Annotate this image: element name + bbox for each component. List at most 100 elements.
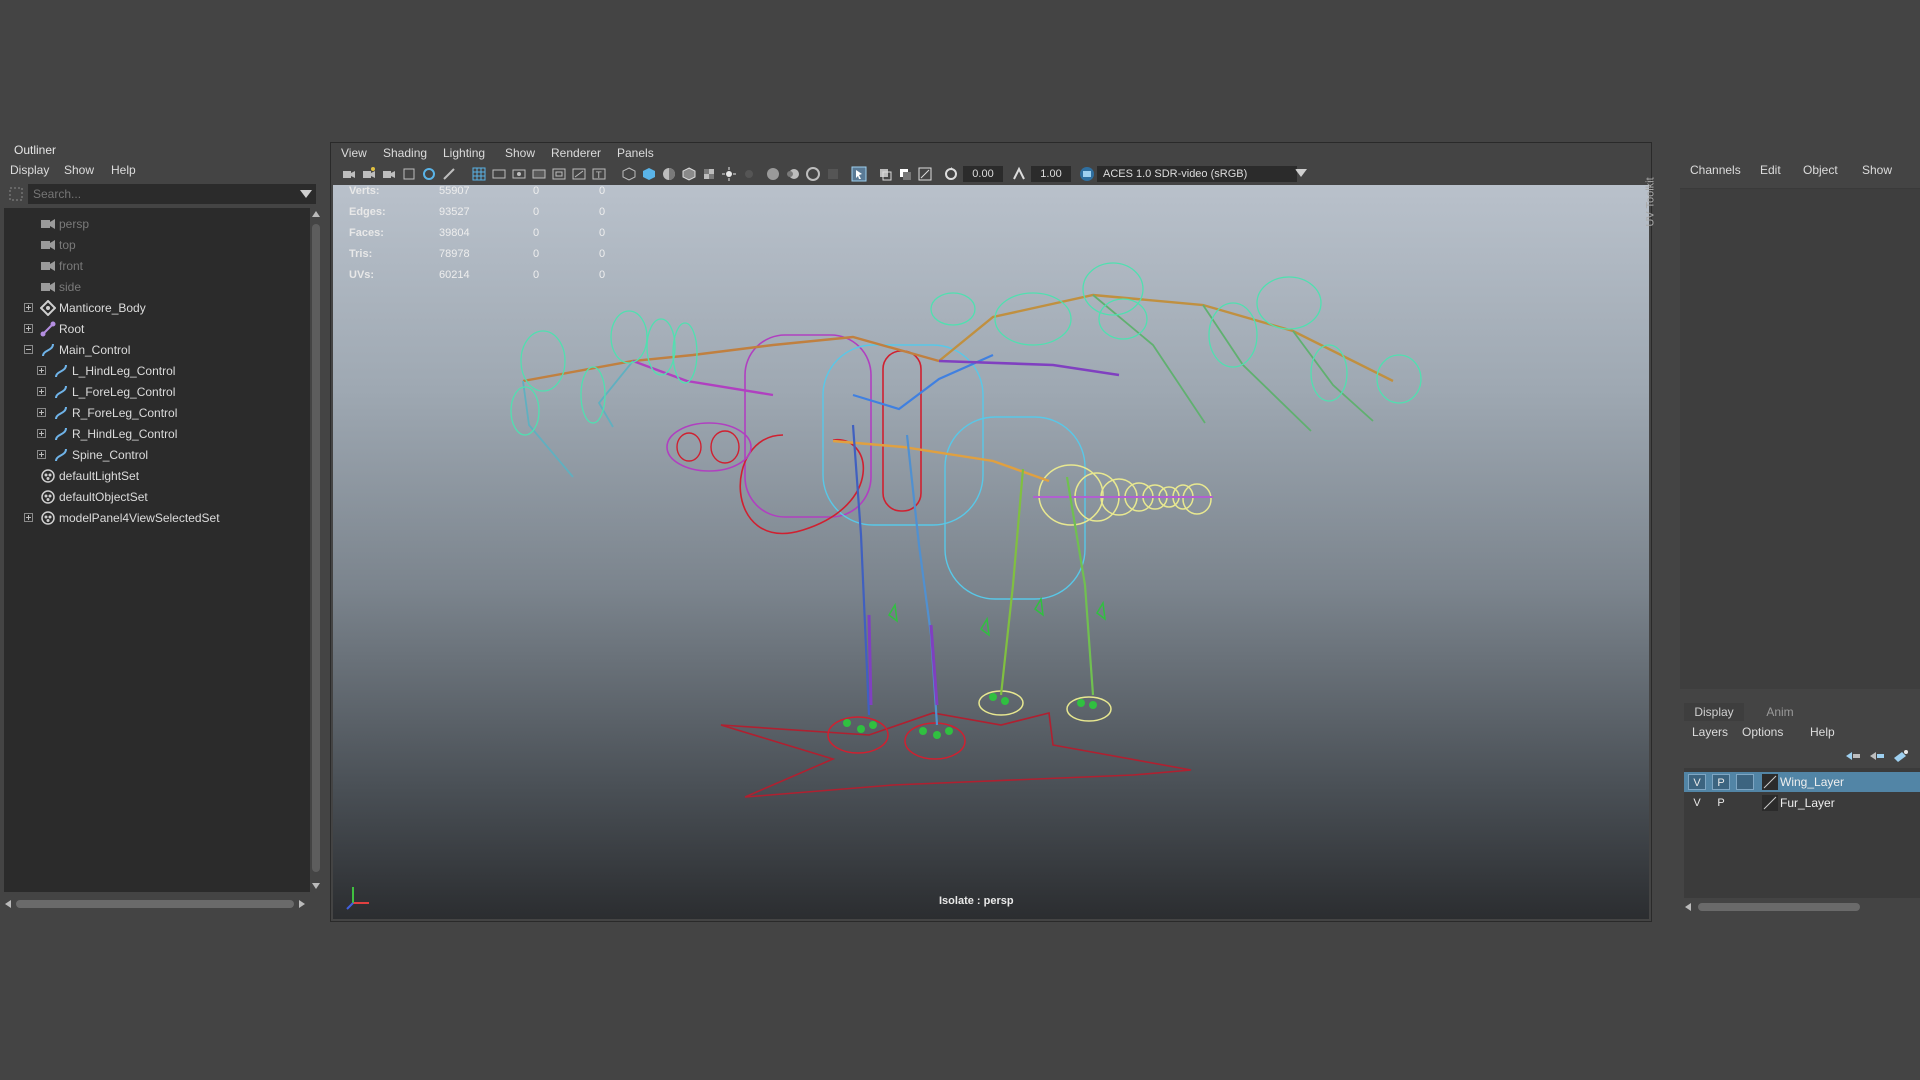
tree-item-spine-control[interactable]: Spine_Control	[4, 445, 304, 465]
outliner-search-input[interactable]	[28, 184, 316, 204]
filter-icon[interactable]	[8, 186, 24, 202]
tree-item-r-foreleg-control[interactable]: R_ForeLeg_Control	[4, 403, 304, 423]
image-plane-icon[interactable]	[401, 166, 417, 182]
scrollbar-thumb[interactable]	[312, 224, 320, 872]
layer-playback-toggle[interactable]: P	[1712, 795, 1730, 811]
expand-icon[interactable]	[24, 513, 33, 522]
expand-icon[interactable]	[37, 450, 46, 459]
textured-icon[interactable]	[701, 166, 717, 182]
color-space-chevron-icon[interactable]	[1295, 169, 1311, 185]
viewport-menu-show[interactable]: Show	[505, 146, 535, 160]
outliner-vertical-scrollbar[interactable]	[310, 208, 322, 892]
move-layer-up-icon[interactable]	[1844, 748, 1862, 764]
uv-toolkit-tab[interactable]: UV Toolkit	[1645, 148, 1672, 268]
layer-playback-toggle[interactable]: P	[1712, 774, 1730, 790]
grid-icon[interactable]	[471, 166, 487, 182]
viewport-menu-view[interactable]: View	[341, 146, 367, 160]
tree-item-l-hindleg-control[interactable]: L_HindLeg_Control	[4, 361, 304, 381]
safe-title-icon[interactable]: T	[591, 166, 607, 182]
layer-display-type-toggle[interactable]	[1736, 774, 1754, 790]
tree-item-side[interactable]: side	[4, 277, 304, 297]
tree-item-main-control[interactable]: Main_Control	[4, 340, 304, 360]
viewport-menu-panels[interactable]: Panels	[617, 146, 654, 160]
scrollbar-thumb[interactable]	[1698, 903, 1860, 911]
smooth-shade-icon[interactable]	[641, 166, 657, 182]
exposure-icon[interactable]	[943, 166, 959, 182]
two-d-pan-zoom-icon[interactable]	[421, 166, 437, 182]
tree-item-model-panel4-view-selected-set[interactable]: modelPanel4ViewSelectedSet	[4, 508, 304, 528]
channel-box-menu-show[interactable]: Show	[1862, 163, 1892, 177]
tree-item-default-light-set[interactable]: defaultLightSet	[4, 466, 304, 486]
tree-item-manticore-body[interactable]: Manticore_Body	[4, 298, 304, 318]
tree-item-top[interactable]: top	[4, 235, 304, 255]
gamma-field[interactable]: 1.00	[1031, 166, 1071, 182]
layer-name[interactable]: Fur_Layer	[1780, 796, 1835, 810]
channel-box-menu-object[interactable]: Object	[1803, 163, 1838, 177]
manticore-rig-wireframe[interactable]	[333, 185, 1649, 919]
tree-item-persp[interactable]: persp	[4, 214, 304, 234]
wireframe-on-shaded-icon[interactable]	[681, 166, 697, 182]
channel-box-menu-edit[interactable]: Edit	[1760, 163, 1781, 177]
search-options-chevron-icon[interactable]	[300, 190, 312, 200]
move-layer-down-icon[interactable]	[1868, 748, 1886, 764]
tree-item-r-hindleg-control[interactable]: R_HindLeg_Control	[4, 424, 304, 444]
screen-space-ao-icon[interactable]	[765, 166, 781, 182]
layer-row-fur[interactable]: V P Fur_Layer	[1684, 793, 1920, 813]
layer-display-type-toggle[interactable]	[1736, 795, 1754, 811]
outliner-horizontal-scrollbar[interactable]	[4, 898, 310, 910]
layer-name[interactable]: Wing_Layer	[1780, 775, 1844, 789]
resolution-gate-icon[interactable]	[511, 166, 527, 182]
view-transform-icon[interactable]	[1079, 166, 1095, 182]
safe-action-icon[interactable]	[571, 166, 587, 182]
viewport-menu-shading[interactable]: Shading	[383, 146, 427, 160]
channel-box-area[interactable]	[1680, 188, 1920, 689]
gamma-icon[interactable]	[1011, 166, 1027, 182]
camera-attributes-icon[interactable]	[361, 166, 377, 182]
motion-blur-icon[interactable]	[785, 166, 801, 182]
film-gate-icon[interactable]	[491, 166, 507, 182]
tree-item-default-object-set[interactable]: defaultObjectSet	[4, 487, 304, 507]
wireframe-icon[interactable]	[621, 166, 637, 182]
layer-visibility-toggle[interactable]: V	[1688, 795, 1706, 811]
scrollbar-thumb[interactable]	[16, 900, 294, 908]
expand-icon[interactable]	[37, 429, 46, 438]
scroll-left-icon[interactable]	[1684, 903, 1692, 911]
isolate-select-icon[interactable]	[851, 166, 867, 182]
viewport-canvas[interactable]: Verts: 55907 0 0 Edges: 93527 0 0 Faces:…	[333, 185, 1649, 919]
scroll-up-icon[interactable]	[312, 210, 320, 218]
tree-item-front[interactable]: front	[4, 256, 304, 276]
layer-color-swatch-icon[interactable]	[1762, 795, 1778, 811]
use-default-material-icon[interactable]	[661, 166, 677, 182]
expand-icon[interactable]	[24, 324, 33, 333]
bookmark-camera-icon[interactable]	[381, 166, 397, 182]
layer-menu-options[interactable]: Options	[1742, 725, 1783, 739]
tree-item-root[interactable]: Root	[4, 319, 304, 339]
depth-of-field-icon[interactable]	[825, 166, 841, 182]
exposure-field[interactable]: 0.00	[963, 166, 1003, 182]
layer-editor-scrollbar[interactable]	[1684, 900, 1920, 914]
expand-icon[interactable]	[37, 408, 46, 417]
tab-anim[interactable]: Anim	[1754, 703, 1806, 721]
scroll-left-icon[interactable]	[4, 900, 12, 908]
viewport-menu-renderer[interactable]: Renderer	[551, 146, 601, 160]
scroll-right-icon[interactable]	[298, 900, 306, 908]
field-chart-icon[interactable]	[551, 166, 567, 182]
outliner-menu-display[interactable]: Display	[10, 163, 49, 177]
xray-joints-icon[interactable]	[917, 166, 933, 182]
create-layer-icon[interactable]	[1892, 748, 1910, 764]
viewport-menu-lighting[interactable]: Lighting	[443, 146, 485, 160]
outliner-menu-show[interactable]: Show	[64, 163, 94, 177]
shadows-icon[interactable]	[741, 166, 757, 182]
layer-row-wing[interactable]: V P Wing_Layer	[1684, 772, 1920, 792]
layer-color-swatch-icon[interactable]	[1762, 774, 1778, 790]
gate-mask-icon[interactable]	[531, 166, 547, 182]
layer-menu-layers[interactable]: Layers	[1692, 725, 1728, 739]
grease-pencil-icon[interactable]	[441, 166, 457, 182]
channel-box-menu-channels[interactable]: Channels	[1690, 163, 1741, 177]
layer-visibility-toggle[interactable]: V	[1688, 774, 1706, 790]
expand-icon[interactable]	[37, 366, 46, 375]
tree-item-l-foreleg-control[interactable]: L_ForeLeg_Control	[4, 382, 304, 402]
multisample-aa-icon[interactable]	[805, 166, 821, 182]
tab-display[interactable]: Display	[1684, 703, 1744, 721]
scroll-down-icon[interactable]	[312, 882, 320, 890]
